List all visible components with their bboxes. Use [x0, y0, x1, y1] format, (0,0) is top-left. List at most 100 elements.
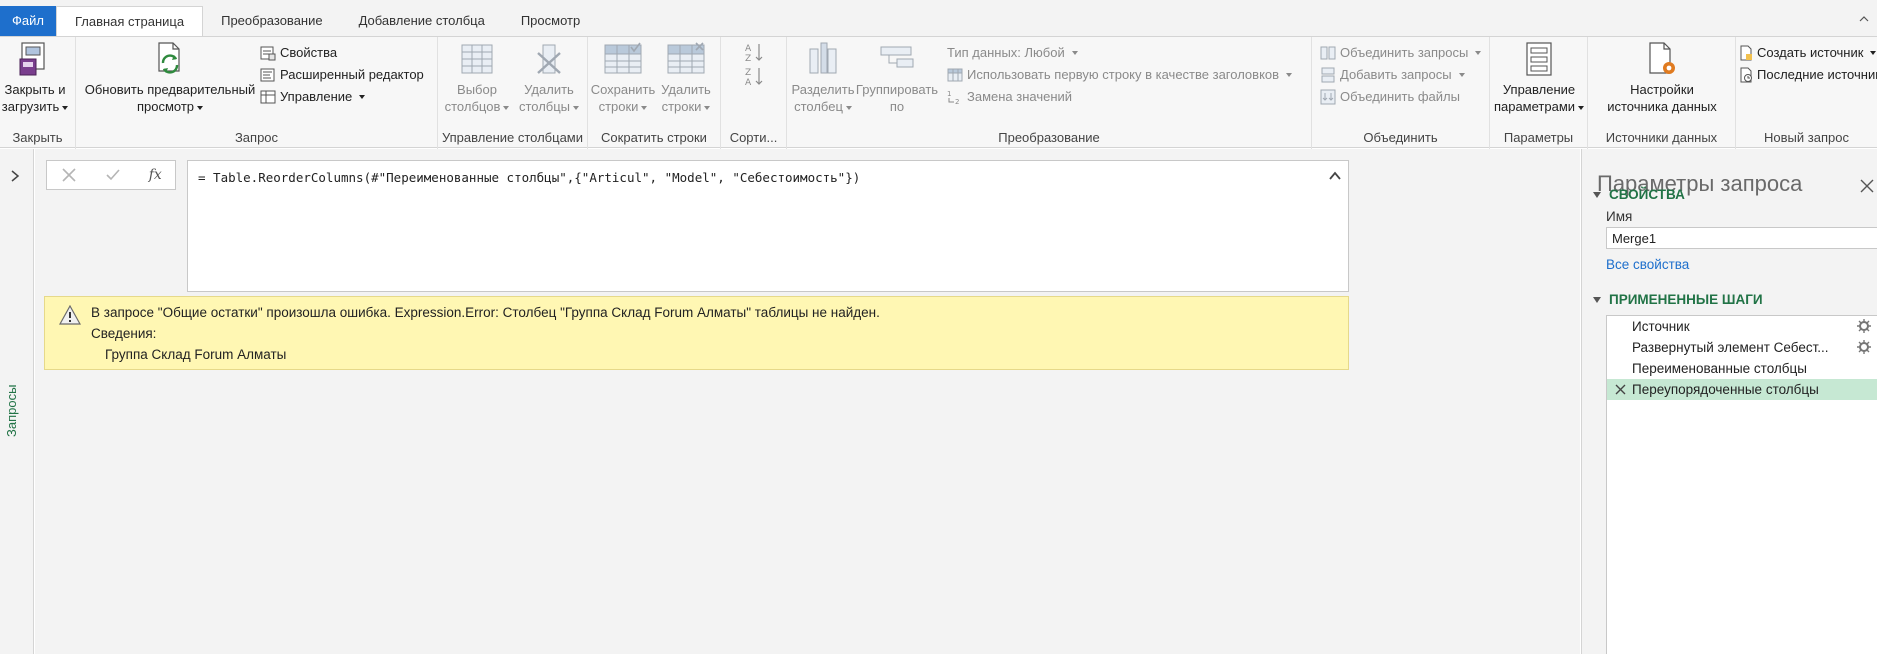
group-reduce-rows: Сохранить строки Удалить строки Сократит…: [588, 37, 721, 149]
data-source-settings-icon: [1649, 42, 1675, 74]
choose-columns-label-1: Выбор: [457, 82, 497, 97]
tab-file[interactable]: Файл: [0, 6, 56, 36]
gear-icon[interactable]: [1857, 319, 1871, 333]
sort-descending-icon[interactable]: ZA: [743, 65, 765, 87]
data-source-settings-label-2: источника данных: [1607, 99, 1717, 114]
all-properties-link[interactable]: Все свойства: [1606, 257, 1689, 272]
applied-step[interactable]: Развернутый элемент Себест...: [1607, 337, 1877, 358]
data-source-settings-label-1: Настройки: [1630, 82, 1694, 97]
chevron-down-icon: [573, 105, 580, 110]
svg-text:Z: Z: [745, 54, 751, 63]
remove-rows-button[interactable]: Удалить строки: [654, 41, 718, 115]
properties-icon: [260, 46, 276, 61]
choose-columns-label-2: столбцов: [444, 99, 501, 114]
gear-icon[interactable]: [1857, 340, 1871, 354]
combine-files-button[interactable]: Объединить файлы: [1320, 87, 1460, 107]
combine-files-label: Объединить файлы: [1340, 89, 1460, 104]
confirm-icon[interactable]: [104, 166, 122, 184]
queries-pane-label[interactable]: Запросы: [4, 371, 28, 451]
applied-step[interactable]: Источник: [1607, 316, 1877, 337]
sort-ascending-icon[interactable]: AZ: [743, 41, 765, 63]
recent-sources-button[interactable]: Последние источники: [1739, 65, 1877, 85]
delete-step-icon[interactable]: [1615, 384, 1626, 395]
group-query: Обновить предварительный просмотр Свойст…: [76, 37, 438, 149]
close-icon[interactable]: [1860, 179, 1874, 193]
recent-sources-icon: [1740, 67, 1752, 83]
refresh-preview-label-2: просмотр: [136, 99, 195, 114]
group-label-manage-columns: Управление столбцами: [441, 130, 584, 145]
merge-queries-button[interactable]: Объединить запросы: [1320, 43, 1482, 63]
use-first-row-label: Использовать первую строку в качестве за…: [967, 67, 1280, 82]
append-queries-button[interactable]: Добавить запросы: [1320, 65, 1465, 85]
remove-columns-label-1: Удалить: [524, 82, 574, 97]
remove-columns-label-2: столбцы: [518, 99, 571, 114]
manage-icon: [260, 90, 276, 104]
error-details-value: Группа Склад Forum Алматы: [105, 347, 287, 362]
close-and-load-icon: [19, 42, 45, 76]
tab-home[interactable]: Главная страница: [55, 6, 204, 36]
keep-rows-button[interactable]: Сохранить строки: [590, 41, 656, 115]
replace-values-button[interactable]: 12 Замена значений: [947, 87, 1072, 107]
keep-rows-label-2: строки: [598, 99, 639, 114]
advanced-editor-button[interactable]: Расширенный редактор: [260, 65, 424, 85]
data-type-dropdown[interactable]: Тип данных: Любой: [947, 43, 1078, 63]
group-by-label-1: Группировать: [855, 82, 939, 97]
applied-step[interactable]: Переименованные столбцы: [1607, 358, 1877, 379]
tab-add-column[interactable]: Добавление столбца: [341, 6, 503, 36]
refresh-preview-button[interactable]: Обновить предварительный просмотр: [80, 41, 260, 115]
new-source-button[interactable]: Создать источник: [1739, 43, 1877, 63]
query-name-input[interactable]: [1606, 227, 1877, 249]
replace-values-icon: 12: [947, 90, 959, 105]
properties-section-header[interactable]: СВОЙСТВА: [1593, 187, 1685, 202]
chevron-right-icon[interactable]: [9, 169, 21, 183]
query-settings-pane: Параметры запроса СВОЙСТВА Имя Все свойс…: [1581, 149, 1877, 654]
chevron-up-icon[interactable]: [1328, 169, 1342, 183]
cancel-icon[interactable]: [60, 166, 78, 184]
applied-steps-section-header[interactable]: ПРИМЕНЕННЫЕ ШАГИ: [1593, 292, 1763, 307]
data-source-settings-button[interactable]: Настройки источника данных: [1588, 41, 1736, 115]
properties-button[interactable]: Свойства: [260, 43, 337, 63]
group-by-button[interactable]: Группировать по: [855, 41, 939, 115]
error-banner: В запросе "Общие остатки" произошла ошиб…: [44, 296, 1349, 370]
manage-parameters-button[interactable]: Управление параметрами: [1490, 41, 1588, 115]
new-source-label: Создать источник: [1757, 45, 1864, 60]
group-label-parameters: Параметры: [1503, 130, 1574, 145]
applied-step-label: Источник: [1632, 319, 1690, 334]
group-label-new-query: Новый запрос: [1764, 130, 1849, 145]
formula-bar[interactable]: = Table.ReorderColumns(#"Переименованные…: [187, 160, 1349, 292]
chevron-down-icon: [503, 105, 510, 110]
collapse-ribbon-icon[interactable]: [1859, 14, 1869, 24]
group-data-sources: Настройки источника данных Источники дан…: [1588, 37, 1736, 149]
group-label-data-sources: Источники данных: [1605, 130, 1718, 145]
refresh-preview-label-1: Обновить предварительный: [84, 82, 256, 97]
use-first-row-as-headers-button[interactable]: Использовать первую строку в качестве за…: [947, 65, 1293, 85]
tab-transform[interactable]: Преобразование: [203, 6, 341, 36]
group-manage-columns: Выбор столбцов Удалить столбцы Управлени…: [438, 37, 588, 149]
group-sort: AZ ZA Сорти...: [721, 37, 787, 149]
split-column-button[interactable]: Разделить столбец: [791, 41, 855, 115]
merge-queries-icon: [1320, 46, 1336, 60]
applied-step-label: Развернутый элемент Себест...: [1632, 340, 1829, 355]
fx-icon[interactable]: fx: [149, 167, 162, 183]
applied-step-selected[interactable]: Переупорядоченные столбцы: [1607, 379, 1877, 400]
svg-text:Z: Z: [745, 68, 751, 78]
close-and-load-button[interactable]: Закрыть и загрузить: [0, 41, 70, 115]
collapse-triangle-icon: [1593, 191, 1601, 198]
properties-section-label: СВОЙСТВА: [1609, 187, 1685, 202]
chevron-down-icon: [1071, 51, 1078, 55]
chevron-down-icon: [845, 105, 852, 110]
tab-view[interactable]: Просмотр: [503, 6, 598, 36]
chevron-down-icon: [1286, 73, 1293, 77]
choose-columns-button[interactable]: Выбор столбцов: [442, 41, 512, 115]
applied-steps-list: Источник Развернутый элемент Себест... П…: [1606, 315, 1877, 654]
manage-button[interactable]: Управление: [260, 87, 366, 107]
close-and-load-label-1: Закрыть и: [4, 82, 66, 97]
remove-columns-button[interactable]: Удалить столбцы: [514, 41, 584, 115]
group-transform: Разделить столбец Группировать по Тип да…: [787, 37, 1312, 149]
applied-step-label: Переименованные столбцы: [1632, 361, 1807, 376]
warning-icon: [59, 305, 81, 325]
merge-queries-label: Объединить запросы: [1340, 45, 1469, 60]
recent-sources-label: Последние источники: [1757, 67, 1877, 82]
remove-columns-icon: [537, 44, 561, 74]
group-label-reduce-rows: Сократить строки: [601, 130, 707, 145]
